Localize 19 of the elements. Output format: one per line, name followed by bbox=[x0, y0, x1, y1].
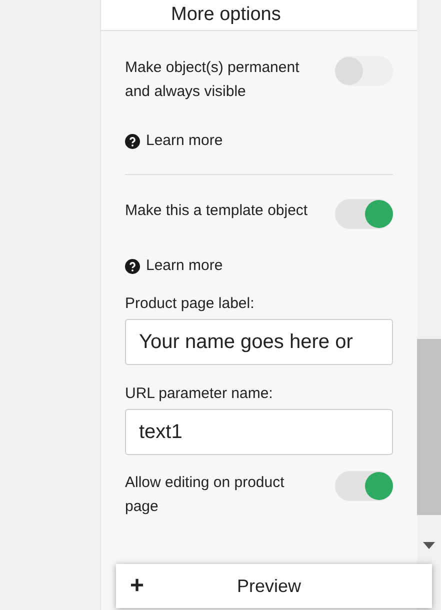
help-icon bbox=[125, 258, 140, 274]
toggle-switch[interactable] bbox=[335, 56, 393, 86]
learn-more-link[interactable]: Learn more bbox=[125, 255, 223, 277]
field-label: URL parameter name: bbox=[125, 384, 274, 404]
preview-button[interactable]: + Preview bbox=[116, 564, 432, 608]
learn-more-link[interactable]: Learn more bbox=[125, 130, 223, 152]
text-field[interactable]: Your name goes here or bbox=[125, 319, 393, 365]
text-field[interactable]: text1 bbox=[125, 409, 393, 455]
toggle-switch[interactable] bbox=[335, 199, 393, 229]
setting-label: Make this a template object bbox=[125, 201, 309, 221]
toggle-switch[interactable] bbox=[335, 471, 393, 501]
help-icon bbox=[125, 134, 140, 148]
scroll-down-icon[interactable] bbox=[423, 542, 435, 550]
plus-icon: + bbox=[130, 574, 144, 598]
setting-label: Make object(s) permanent and always visible bbox=[125, 58, 300, 102]
panel-title: More options bbox=[171, 3, 282, 27]
field-label: Product page label: bbox=[125, 294, 256, 314]
setting-label: Allow editing on product page bbox=[125, 473, 286, 517]
scrollbar-thumb[interactable] bbox=[417, 339, 441, 515]
